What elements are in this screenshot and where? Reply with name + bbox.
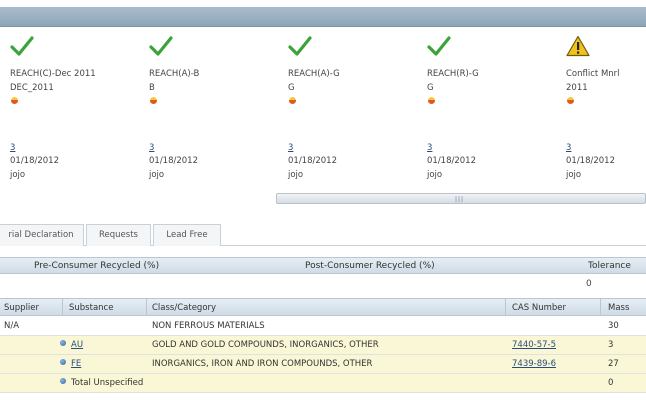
mass-cell: 30 — [608, 321, 619, 331]
mass-cell: 3 — [608, 340, 614, 350]
tab-bar: rial Declaration Requests Lead Free — [0, 224, 646, 246]
compliance-card[interactable]: REACH(A)-B B 3 01/18/2012 jojo — [149, 27, 284, 199]
substance-cell: Total Unspecified — [71, 378, 144, 388]
substance-table-header: Supplier Substance Class/Category CAS Nu… — [0, 298, 646, 316]
substance-link[interactable]: FE — [71, 359, 81, 369]
compliance-card[interactable]: REACH(A)-G G 3 01/18/2012 jojo — [288, 27, 423, 199]
column-divider — [146, 299, 147, 316]
tolerance-header: Tolerance — [588, 261, 631, 271]
supplier-header[interactable]: Supplier — [4, 303, 39, 313]
check-icon — [149, 36, 173, 56]
column-divider — [62, 299, 63, 316]
card-count-link[interactable]: 3 — [288, 143, 293, 153]
class-cell: INORGANICS, IRON AND IRON COMPOUNDS, OTH… — [152, 359, 373, 369]
title-bar — [0, 7, 646, 27]
table-row[interactable]: Total Unspecified 0 — [0, 374, 646, 393]
card-date: 01/18/2012 — [288, 156, 337, 166]
post-consumer-header: Post-Consumer Recycled (%) — [305, 261, 435, 271]
table-row[interactable]: N/A NON FERROUS MATERIALS 30 — [0, 317, 646, 336]
cas-link[interactable]: 7440-57-5 — [512, 340, 556, 350]
cas-link[interactable]: 7439-89-6 — [512, 359, 556, 369]
cas-number-header[interactable]: CAS Number — [512, 303, 566, 313]
card-regulation-name: REACH(C)-Dec 2011 — [10, 69, 96, 79]
card-date: 01/18/2012 — [427, 156, 476, 166]
tab-material-declaration[interactable]: rial Declaration — [0, 224, 84, 246]
class-cell: NON FERROUS MATERIALS — [152, 321, 265, 331]
column-divider — [505, 299, 506, 316]
table-row[interactable]: AU GOLD AND GOLD COMPOUNDS, INORGANICS, … — [0, 336, 646, 355]
card-regulation-name: REACH(R)-G — [427, 69, 479, 79]
check-icon — [288, 36, 312, 56]
status-dot-icon — [11, 97, 18, 104]
card-regulation-name: REACH(A)-B — [149, 69, 200, 79]
recycled-header: Pre-Consumer Recycled (%) Post-Consumer … — [0, 257, 646, 274]
compliance-card[interactable]: Conflict Mnrl 2011 3 01/18/2012 jojo — [566, 27, 646, 199]
card-regulation-code: DEC_2011 — [10, 83, 54, 93]
card-date: 01/18/2012 — [10, 156, 59, 166]
card-count-link[interactable]: 3 — [149, 143, 154, 153]
card-regulation-code: 2011 — [566, 83, 588, 93]
bullet-icon — [60, 359, 66, 365]
card-user: jojo — [566, 170, 582, 180]
tab-lead-free[interactable]: Lead Free — [153, 224, 221, 246]
scrollbar-grip-icon: ||| — [455, 196, 465, 203]
status-dot-icon — [150, 97, 157, 104]
card-count-link[interactable]: 3 — [10, 143, 15, 153]
card-count-link[interactable]: 3 — [427, 143, 432, 153]
status-dot-icon — [428, 97, 435, 104]
card-regulation-name: Conflict Mnrl — [566, 69, 620, 79]
compliance-card[interactable]: REACH(C)-Dec 2011 DEC_2011 3 01/18/2012 … — [10, 27, 145, 199]
compliance-cards: REACH(C)-Dec 2011 DEC_2011 3 01/18/2012 … — [0, 27, 646, 199]
card-regulation-code: G — [427, 83, 434, 93]
compliance-card[interactable]: REACH(R)-G G 3 01/18/2012 jojo — [427, 27, 562, 199]
mass-header[interactable]: Mass — [608, 303, 629, 313]
card-user: jojo — [10, 170, 26, 180]
card-regulation-name: REACH(A)-G — [288, 69, 340, 79]
card-user: jojo — [149, 170, 165, 180]
tab-requests[interactable]: Requests — [86, 224, 151, 246]
card-date: 01/18/2012 — [566, 156, 615, 166]
mass-cell: 0 — [608, 378, 614, 388]
class-cell: GOLD AND GOLD COMPOUNDS, INORGANICS, OTH… — [152, 340, 379, 350]
bullet-icon — [60, 340, 66, 346]
bullet-icon — [60, 378, 66, 384]
tolerance-value: 0 — [586, 279, 592, 289]
card-user: jojo — [288, 170, 304, 180]
supplier-cell: N/A — [4, 321, 20, 331]
card-count-link[interactable]: 3 — [566, 143, 571, 153]
card-regulation-code: B — [149, 83, 155, 93]
substance-link[interactable]: AU — [71, 340, 83, 350]
card-user: jojo — [427, 170, 443, 180]
status-dot-icon — [289, 97, 296, 104]
column-divider — [600, 299, 601, 316]
substance-header[interactable]: Substance — [69, 303, 113, 313]
check-icon — [10, 36, 34, 56]
warning-icon — [566, 35, 590, 57]
class-category-header[interactable]: Class/Category — [152, 303, 216, 313]
pre-consumer-header: Pre-Consumer Recycled (%) — [34, 261, 160, 271]
horizontal-scrollbar[interactable]: ||| — [276, 193, 646, 204]
card-regulation-code: G — [288, 83, 295, 93]
check-icon — [427, 36, 451, 56]
mass-cell: 27 — [608, 359, 619, 369]
card-date: 01/18/2012 — [149, 156, 198, 166]
status-dot-icon — [567, 97, 574, 104]
table-row[interactable]: FE INORGANICS, IRON AND IRON COMPOUNDS, … — [0, 355, 646, 374]
